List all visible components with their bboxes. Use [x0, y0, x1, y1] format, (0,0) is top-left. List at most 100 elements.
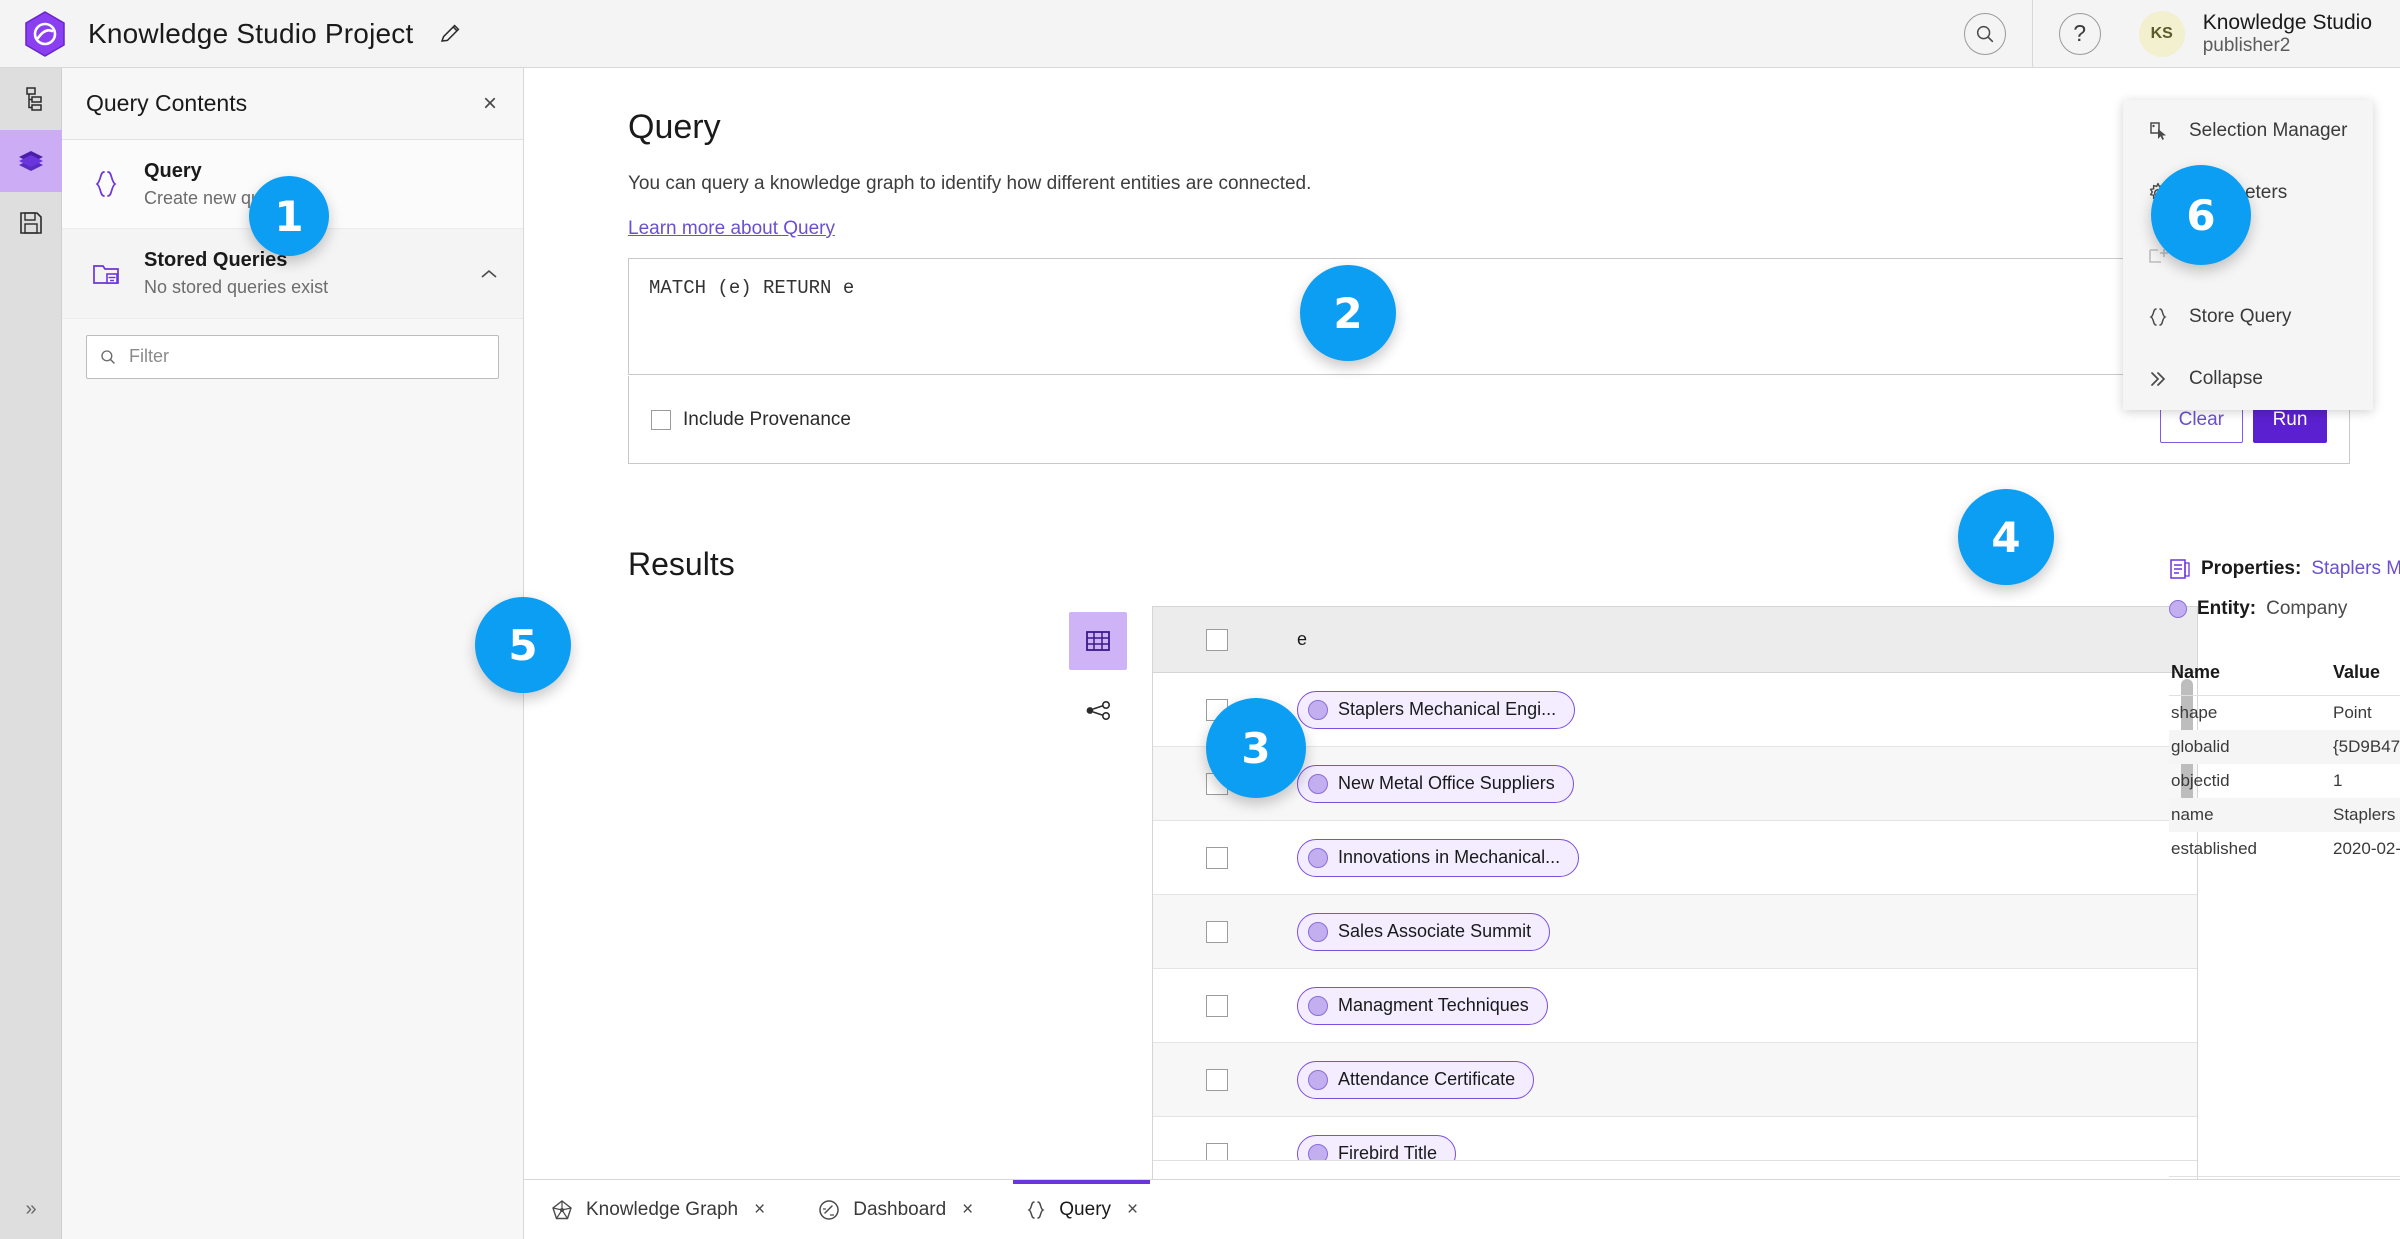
menu-item-label: Store Query — [2189, 306, 2292, 327]
selection-manager-icon — [2147, 120, 2169, 142]
avatar[interactable]: KS — [2138, 10, 2185, 57]
user-name: Knowledge Studio — [2202, 10, 2372, 34]
table-view-button[interactable] — [1069, 612, 1127, 670]
item-sub: No stored queries exist — [144, 277, 329, 298]
entity-chip-label: Firebird Title — [1338, 1143, 1438, 1160]
entity-dot-icon — [1308, 773, 1328, 794]
entity-chip-label: Attendance Certificate — [1338, 1069, 1516, 1089]
tab-close-icon[interactable]: × — [1127, 1199, 1138, 1221]
entity-chip[interactable]: Staplers Mechanical Engi... — [1297, 690, 1576, 729]
divider — [2031, 0, 2033, 68]
property-value: Staplers Mechanical Engineering — [2333, 805, 2400, 824]
row-checkbox[interactable] — [1153, 1068, 1281, 1091]
menu-item-selection-manager[interactable]: Selection Manager — [2123, 100, 2373, 162]
expand-rail-button[interactable]: » — [0, 1179, 62, 1239]
help-icon[interactable]: ? — [2058, 12, 2101, 55]
row-checkbox[interactable] — [1153, 846, 1281, 869]
entity-chip[interactable]: Managment Techniques — [1297, 986, 1548, 1025]
entity-dot-icon — [1308, 699, 1328, 720]
search-icon[interactable] — [1963, 12, 2006, 55]
results-table: e Staplers Mechanical Engi... New Metal … — [1152, 606, 2198, 1218]
graph-view-button[interactable] — [1069, 682, 1127, 740]
query-editor[interactable]: MATCH (e) RETURN e — [628, 258, 2350, 375]
page-title: Knowledge Studio Project — [88, 17, 414, 49]
top-bar-right: ? KS Knowledge Studio publisher2 — [1963, 0, 2400, 68]
entity-chip-label: Innovations in Mechanical... — [1338, 847, 1561, 867]
row-checkbox[interactable] — [1153, 1142, 1281, 1160]
tab-dashboard[interactable]: Dashboard × — [791, 1180, 999, 1239]
table-row[interactable]: Innovations in Mechanical... — [1153, 821, 2197, 895]
table-row[interactable]: Firebird Title — [1153, 1117, 2197, 1160]
properties-col-name: Name — [2171, 662, 2221, 682]
entity-chip[interactable]: New Metal Office Suppliers — [1297, 764, 1574, 803]
properties-target[interactable]: Staplers Mechanic... — [2311, 558, 2400, 580]
step-badge-6: 6 — [2151, 165, 2251, 265]
include-provenance-checkbox[interactable]: Include Provenance — [651, 409, 851, 431]
tab-close-icon[interactable]: × — [754, 1199, 765, 1221]
properties-row: objectid 1 — [2169, 764, 2400, 798]
layers-icon — [17, 147, 45, 175]
properties-table: Name Value shape Point globalid {5D9B471… — [2169, 662, 2400, 866]
menu-item-store-query[interactable]: Store Query — [2123, 286, 2373, 348]
row-checkbox[interactable] — [1153, 920, 1281, 943]
properties-row: shape Point — [2169, 696, 2400, 730]
properties-entity-row: Entity: Company — [2169, 598, 2400, 620]
include-provenance-label: Include Provenance — [683, 408, 851, 430]
properties-icon — [2169, 558, 2191, 580]
rail-item-save[interactable] — [0, 192, 62, 254]
rail-item-layers[interactable] — [0, 130, 62, 192]
query-page-title: Query — [628, 108, 721, 146]
learn-more-link[interactable]: Learn more about Query — [628, 218, 835, 240]
select-all-checkbox[interactable] — [1153, 628, 1281, 651]
app-logo-icon — [24, 10, 66, 57]
tab-close-icon[interactable]: × — [962, 1199, 973, 1221]
table-row[interactable]: New Metal Office Suppliers — [1153, 747, 2197, 821]
filter-box[interactable] — [86, 334, 499, 379]
entity-key: Entity: — [2197, 598, 2257, 619]
entity-chip[interactable]: Sales Associate Summit — [1297, 912, 1551, 951]
properties-row: globalid {5D9B4713-F98D-4A53-A59F-C11... — [2169, 730, 2400, 764]
column-header-e: e — [1297, 629, 1308, 649]
save-disk-icon — [18, 210, 44, 236]
property-value: 1 — [2333, 771, 2343, 790]
entity-chip[interactable]: Firebird Title — [1297, 1134, 1457, 1160]
step-badge-2: 2 — [1300, 265, 1396, 361]
table-row[interactable]: Sales Associate Summit — [1153, 895, 2197, 969]
properties-header: Properties: Staplers Mechanic... — [2169, 558, 2400, 580]
query-contents-title: Query Contents — [86, 90, 248, 116]
filter-area — [62, 319, 523, 379]
query-contents-header: Query Contents × — [62, 68, 523, 140]
property-name: objectid — [2171, 771, 2230, 790]
filter-input[interactable] — [129, 346, 486, 368]
row-cell: Innovations in Mechanical... — [1281, 838, 2197, 877]
user-account: publisher2 — [2202, 34, 2291, 56]
bottom-tab-bar: Knowledge Graph × Dashboard × Query × — [524, 1179, 2400, 1239]
rail-item-hierarchy[interactable] — [0, 68, 62, 130]
row-cell: Staplers Mechanical Engi... — [1281, 690, 2197, 729]
table-row[interactable]: Staplers Mechanical Engi... — [1153, 673, 2197, 747]
tab-label: Knowledge Graph — [586, 1198, 739, 1220]
properties-table-header: Name Value — [2169, 662, 2400, 696]
chevron-up-icon[interactable] — [479, 268, 499, 280]
query-contents-item-text: Stored Queries No stored queries exist — [144, 247, 328, 299]
entity-chip[interactable]: Attendance Certificate — [1297, 1060, 1535, 1099]
row-cell: New Metal Office Suppliers — [1281, 764, 2197, 803]
entity-chip[interactable]: Innovations in Mechanical... — [1297, 838, 1580, 877]
close-icon[interactable]: × — [483, 91, 497, 116]
table-row[interactable]: Managment Techniques — [1153, 969, 2197, 1043]
row-checkbox[interactable] — [1153, 994, 1281, 1017]
pencil-icon[interactable] — [439, 22, 463, 46]
braces-icon — [86, 169, 126, 199]
tab-query[interactable]: Query × — [999, 1179, 1164, 1239]
query-editor-wrap: MATCH (e) RETURN e — [628, 258, 2350, 378]
table-row[interactable]: Attendance Certificate — [1153, 1043, 2197, 1117]
menu-item-collapse[interactable]: Collapse — [2123, 348, 2373, 410]
checkbox-box — [1206, 1068, 1228, 1091]
entity-dot-icon — [1308, 847, 1328, 868]
step-badge-3: 3 — [1206, 698, 1306, 798]
tab-label: Dashboard — [853, 1198, 947, 1220]
query-page-description: You can query a knowledge graph to ident… — [628, 173, 1312, 194]
tab-knowledge-graph[interactable]: Knowledge Graph × — [524, 1180, 791, 1239]
query-editor-text[interactable]: MATCH (e) RETURN e — [629, 259, 2349, 374]
results-view-rail — [1069, 612, 1131, 740]
